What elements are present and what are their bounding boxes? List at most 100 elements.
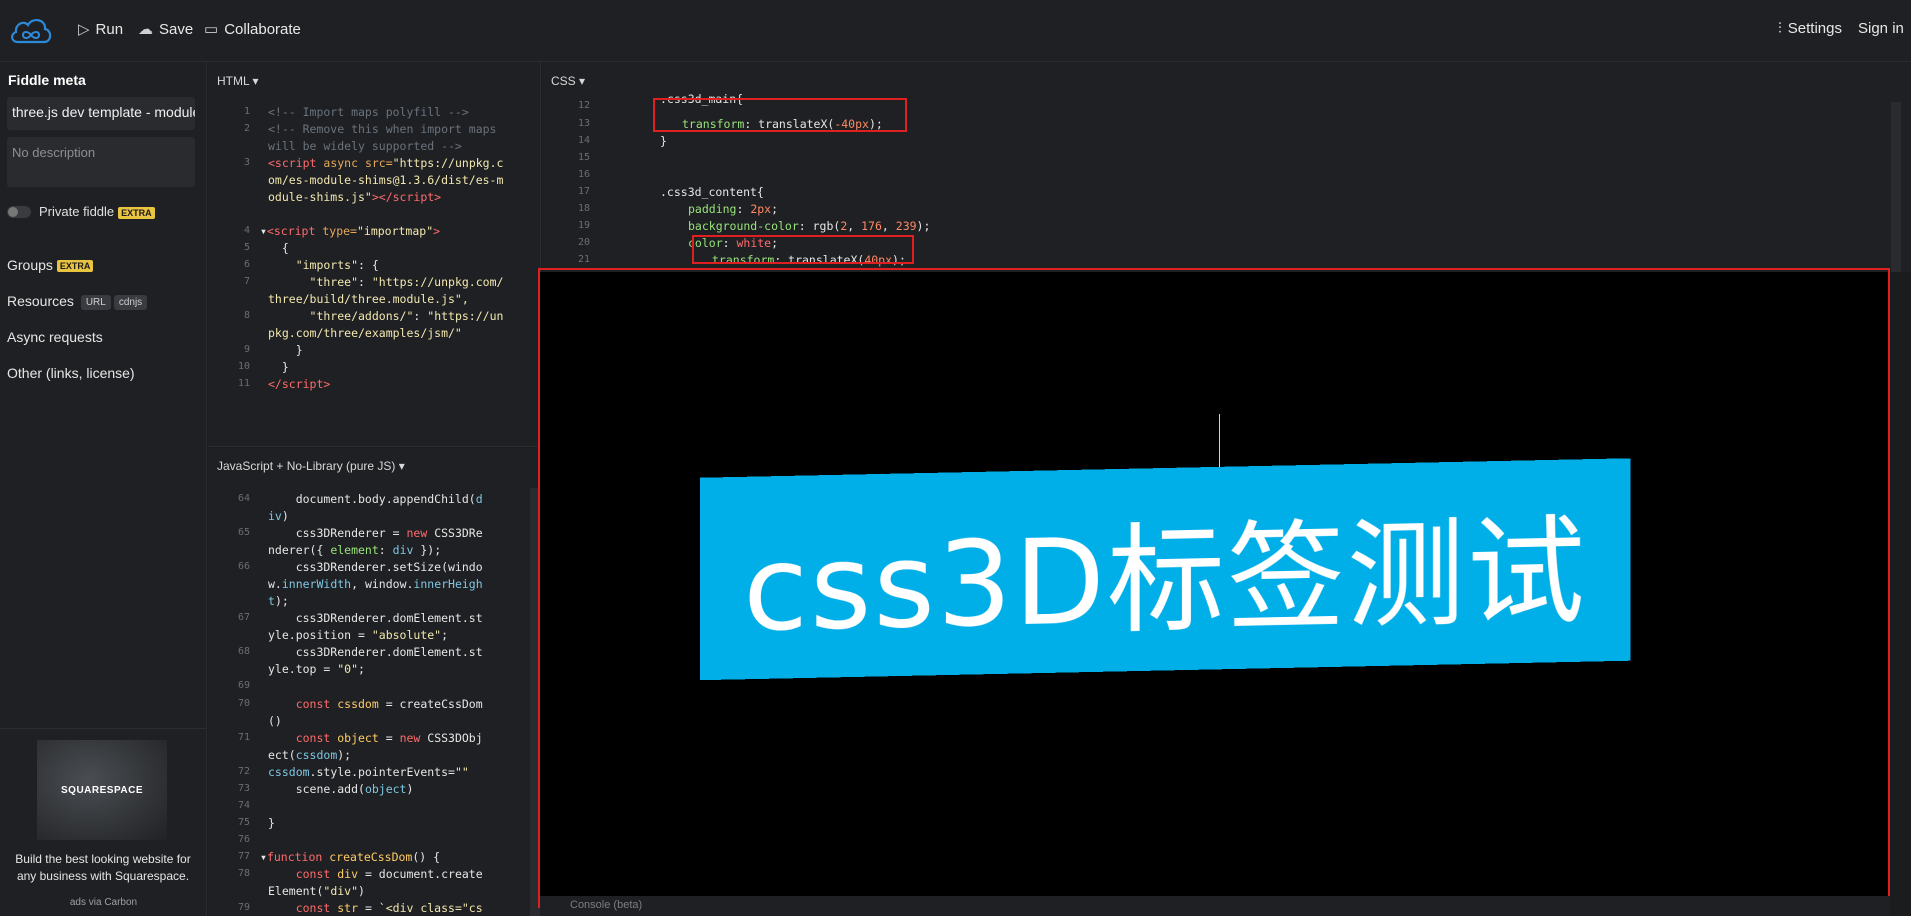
description-input[interactable]: No description — [7, 137, 195, 187]
console-label[interactable]: Console (beta) — [570, 899, 642, 911]
private-fiddle-toggle[interactable] — [7, 206, 31, 218]
code-line: css3DRenderer.domElement.st — [268, 611, 483, 625]
code-line: iv) — [268, 509, 289, 523]
collaborate-label: Collaborate — [224, 20, 301, 38]
extra-badge: EXTRA — [118, 206, 155, 219]
signin-button[interactable]: Sign in — [1858, 20, 1904, 37]
code-line: document.body.appendChild(d — [268, 492, 483, 506]
code-line: pkg.com/three/examples/jsm/" — [268, 326, 462, 340]
url-chip[interactable]: URL — [80, 294, 111, 310]
sidebar-title: Fiddle meta — [8, 72, 86, 88]
ad-image[interactable]: SQUARESPACE — [37, 740, 167, 840]
console-bar[interactable]: Console (beta) — [540, 896, 1890, 916]
line-number: 9 — [243, 344, 250, 355]
line-number: 78 — [237, 868, 250, 879]
highlight-box — [653, 98, 907, 132]
result-highlight-box — [538, 268, 1890, 908]
squarespace-logo: SQUARESPACE — [61, 784, 143, 796]
js-panel[interactable]: JavaScript + No-Library (pure JS) ▾ 64 d… — [208, 448, 541, 916]
html-panel-header[interactable]: HTML ▾ — [217, 74, 259, 88]
line-number: 79 — [237, 902, 250, 913]
fiddle-name-input[interactable]: three.js dev template - module — [7, 97, 195, 130]
line-number: 1 — [243, 106, 250, 117]
code-line: padding: 2px; — [688, 202, 779, 216]
line-number: 13 — [577, 118, 590, 129]
line-number: 19 — [577, 220, 590, 231]
line-number: 7 — [243, 276, 250, 287]
settings-label: Settings — [1787, 20, 1842, 37]
sidebar: Fiddle meta three.js dev template - modu… — [0, 62, 207, 916]
sidebar-item-resources[interactable]: Resources URL cdnjs — [7, 293, 148, 310]
code-line: css3DRenderer = new CSS3DRe — [268, 526, 483, 540]
chat-bubble-icon: ▭ — [204, 21, 219, 38]
code-line: css3DRenderer.domElement.st — [268, 645, 483, 659]
private-fiddle-label: Private fiddle — [39, 204, 115, 219]
code-line: background-color: rgb(2, 176, 239); — [688, 219, 931, 233]
private-fiddle-row: Private fiddle EXTRA — [39, 204, 155, 219]
line-number: 2 — [243, 123, 250, 134]
code-line: } — [660, 134, 667, 148]
code-line: Element("div") — [268, 884, 365, 898]
code-line: } — [268, 360, 289, 374]
collaborate-button[interactable]: ▭ Collaborate — [204, 20, 301, 39]
highlight-box — [692, 235, 914, 264]
signin-label: Sign in — [1858, 20, 1904, 37]
save-label: Save — [159, 20, 194, 38]
code-line: <!-- Import maps polyfill --> — [268, 105, 469, 119]
code-line: const div = document.create — [268, 867, 483, 881]
code-line: t); — [268, 594, 289, 608]
line-number: 77 — [237, 851, 250, 862]
code-line: om/es-module-shims@1.3.6/dist/es-m — [268, 173, 504, 187]
css-panel-header[interactable]: CSS ▾ — [551, 74, 585, 88]
line-number: 67 — [237, 612, 250, 623]
play-icon: ▷ — [78, 21, 90, 38]
code-line: "imports": { — [268, 258, 379, 272]
jsfiddle-logo-icon[interactable] — [8, 12, 54, 48]
ad-via-carbon[interactable]: ads via Carbon — [0, 897, 207, 908]
code-line: "three": "https://unpkg.com/ — [268, 275, 504, 289]
app-root: ▷ Run ☁ Save ▭ Collaborate ⫶ Settings Si… — [0, 0, 1911, 916]
html-panel[interactable]: HTML ▾ 1 <!-- Import maps polyfill --> 2… — [208, 62, 541, 447]
line-number: 12 — [577, 100, 590, 111]
carbon-ad[interactable]: SQUARESPACE Build the best looking websi… — [0, 728, 207, 916]
line-number: 4 — [243, 225, 250, 236]
line-number: 10 — [237, 361, 250, 372]
line-number: 17 — [577, 186, 590, 197]
line-number: 8 — [243, 310, 250, 321]
sidebar-item-async[interactable]: Async requests — [7, 329, 103, 345]
css-scrollbar[interactable] — [1891, 102, 1901, 272]
line-number: 65 — [237, 527, 250, 538]
code-line: yle.position = "absolute"; — [268, 628, 449, 642]
line-number: 15 — [577, 152, 590, 163]
code-line: three/build/three.module.js", — [268, 292, 469, 306]
code-line: .css3d_content{ — [660, 185, 764, 199]
ad-text[interactable]: Build the best looking website for any b… — [8, 851, 198, 885]
code-line: () — [268, 714, 282, 728]
line-number: 66 — [237, 561, 250, 572]
code-line: <script async src="https://unpkg.c — [268, 156, 504, 170]
code-line: const object = new CSS3DObj — [268, 731, 483, 745]
line-number: 20 — [577, 237, 590, 248]
save-button[interactable]: ☁ Save — [138, 20, 194, 39]
code-line: ect(cssdom); — [268, 748, 352, 762]
top-bar: ▷ Run ☁ Save ▭ Collaborate ⫶ Settings Si… — [0, 0, 1911, 62]
line-number: 69 — [237, 680, 250, 691]
js-panel-header[interactable]: JavaScript + No-Library (pure JS) ▾ — [217, 459, 405, 473]
cdnjs-chip[interactable]: cdnjs — [113, 294, 148, 310]
code-line: ▾function createCssDom() { — [260, 850, 441, 864]
line-number: 70 — [237, 698, 250, 709]
run-button[interactable]: ▷ Run — [78, 20, 123, 39]
sidebar-item-groups[interactable]: Groups EXTRA — [7, 257, 94, 273]
line-number: 5 — [243, 242, 250, 253]
line-number: 11 — [237, 378, 250, 389]
code-line: const cssdom = createCssDom — [268, 697, 483, 711]
line-number: 76 — [237, 834, 250, 845]
line-number: 6 — [243, 259, 250, 270]
sidebar-item-other[interactable]: Other (links, license) — [7, 365, 135, 381]
line-number: 64 — [237, 493, 250, 504]
extra-badge: EXTRA — [56, 260, 94, 273]
line-number: 16 — [577, 169, 590, 180]
line-number: 73 — [237, 783, 250, 794]
settings-button[interactable]: ⫶ Settings — [1778, 20, 1842, 37]
code-line: css3DRenderer.setSize(windo — [268, 560, 483, 574]
